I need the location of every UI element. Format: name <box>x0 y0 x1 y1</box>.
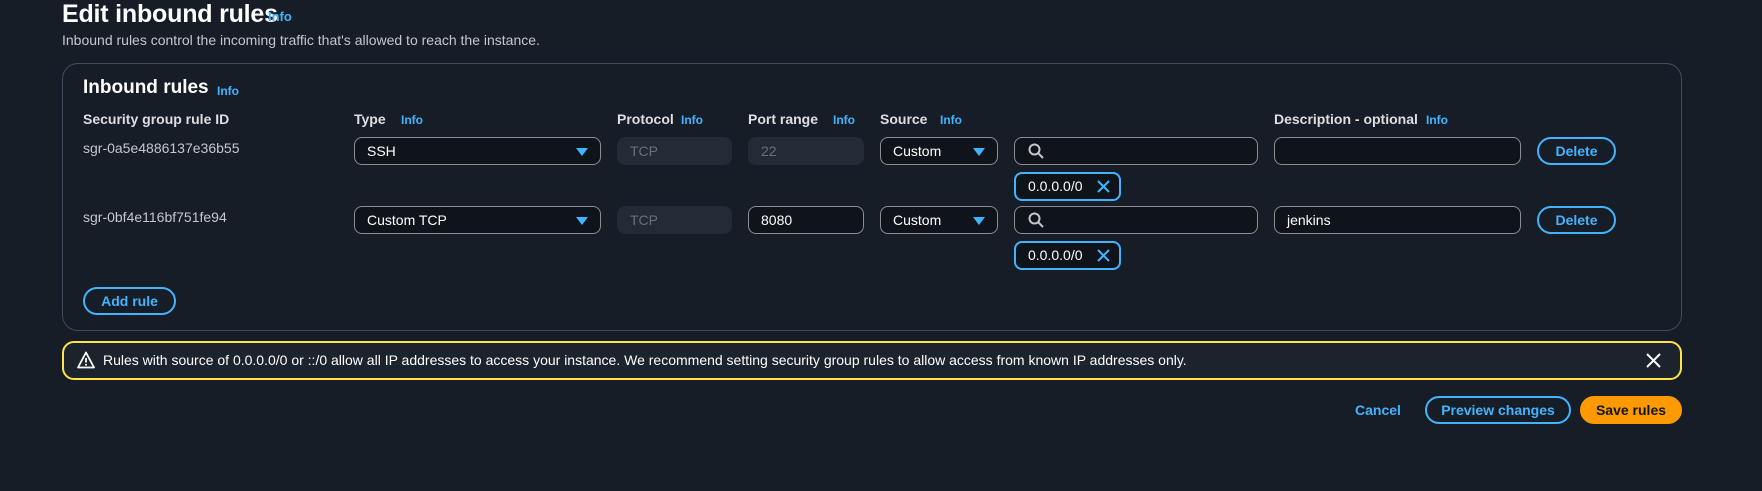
cidr-token-label: 0.0.0.0/0 <box>1028 247 1083 263</box>
column-header-description: Description - optional <box>1274 111 1418 127</box>
port-range-info-link[interactable]: Info <box>833 113 855 127</box>
alert-message: Rules with source of 0.0.0.0/0 or ::/0 a… <box>103 352 1187 368</box>
rule-id: sgr-0bf4e116bf751fe94 <box>83 209 227 225</box>
cancel-button[interactable]: Cancel <box>1355 402 1401 418</box>
protocol-value: TCP <box>630 143 658 159</box>
caret-down-icon <box>973 148 985 156</box>
protocol-value: TCP <box>630 212 658 228</box>
cidr-token: 0.0.0.0/0 <box>1014 172 1121 201</box>
caret-down-icon <box>576 217 588 225</box>
cidr-token: 0.0.0.0/0 <box>1014 241 1121 270</box>
page-title: Edit inbound rules <box>62 0 278 28</box>
panel-info-link[interactable]: Info <box>217 84 239 98</box>
protocol-field: TCP <box>617 206 732 234</box>
port-range-field: 22 <box>748 137 864 165</box>
type-select-value: SSH <box>367 143 396 159</box>
search-icon <box>1028 212 1044 228</box>
port-range-value: 22 <box>761 143 777 159</box>
preview-changes-button[interactable]: Preview changes <box>1425 396 1571 424</box>
warning-icon <box>77 351 95 369</box>
source-search-input[interactable] <box>1014 137 1258 165</box>
caret-down-icon <box>973 217 985 225</box>
page-title-info-link[interactable]: Info <box>268 9 292 24</box>
remove-token-icon[interactable] <box>1096 248 1111 263</box>
type-select[interactable]: SSH <box>354 137 601 165</box>
type-select-value: Custom TCP <box>367 212 447 228</box>
inbound-rules-panel <box>62 63 1682 331</box>
description-input[interactable] <box>1274 137 1521 165</box>
add-rule-button[interactable]: Add rule <box>83 287 176 315</box>
delete-rule-button[interactable]: Delete <box>1537 206 1616 234</box>
description-value: jenkins <box>1287 212 1331 228</box>
search-icon <box>1028 143 1044 159</box>
page-description: Inbound rules control the incoming traff… <box>62 32 540 48</box>
description-input[interactable]: jenkins <box>1274 206 1521 234</box>
rule-id: sgr-0a5e4886137e36b55 <box>83 140 240 156</box>
remove-token-icon[interactable] <box>1096 179 1111 194</box>
source-type-select[interactable]: Custom <box>880 206 998 234</box>
caret-down-icon <box>576 148 588 156</box>
close-icon[interactable] <box>1645 352 1662 369</box>
port-range-input[interactable]: 8080 <box>748 206 864 234</box>
column-header-source: Source <box>880 111 928 127</box>
source-info-link[interactable]: Info <box>940 113 962 127</box>
protocol-info-link[interactable]: Info <box>681 113 703 127</box>
delete-rule-button[interactable]: Delete <box>1537 137 1616 165</box>
column-header-type: Type <box>354 111 386 127</box>
save-rules-button[interactable]: Save rules <box>1580 396 1682 424</box>
column-header-port-range: Port range <box>748 111 819 127</box>
port-range-value: 8080 <box>761 212 793 228</box>
description-info-link[interactable]: Info <box>1426 113 1448 127</box>
panel-title: Inbound rules <box>83 77 209 98</box>
column-header-protocol: Protocol <box>617 111 674 127</box>
source-type-value: Custom <box>893 212 942 228</box>
cidr-token-label: 0.0.0.0/0 <box>1028 178 1083 194</box>
type-info-link[interactable]: Info <box>401 113 423 127</box>
source-type-select[interactable]: Custom <box>880 137 998 165</box>
type-select[interactable]: Custom TCP <box>354 206 601 234</box>
source-search-input[interactable] <box>1014 206 1258 234</box>
source-type-value: Custom <box>893 143 942 159</box>
protocol-field: TCP <box>617 137 732 165</box>
column-header-rule-id: Security group rule ID <box>83 111 230 127</box>
